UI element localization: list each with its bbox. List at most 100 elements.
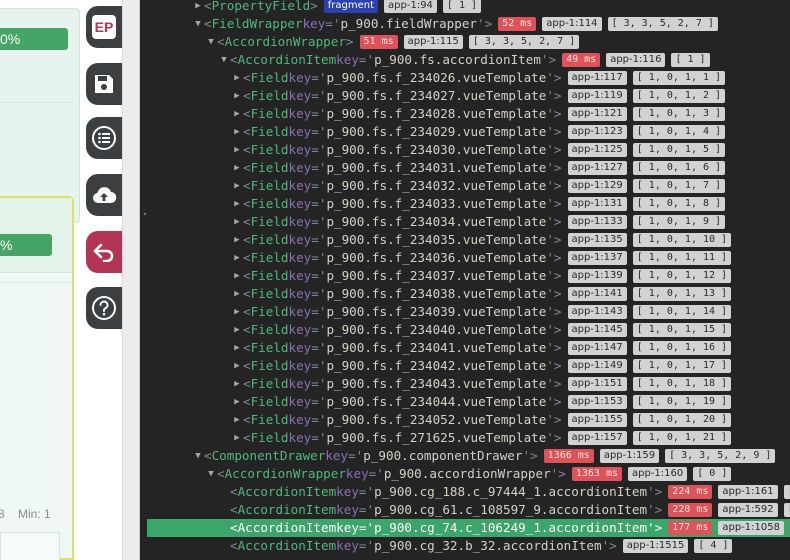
punctuation: ' xyxy=(546,106,554,121)
tree-row[interactable]: ▶ < Field key =' p_900.fs.f_271625.vueTempla… xyxy=(140,429,790,447)
expand-caret-icon[interactable]: ▶ xyxy=(231,195,243,213)
list-button[interactable] xyxy=(86,117,122,159)
expand-caret-icon[interactable]: ▶ xyxy=(231,87,243,105)
expand-caret-icon[interactable]: ▶ xyxy=(231,393,243,411)
tree-row[interactable]: ▶ < Field key =' p_900.fs.f_234036.vueTempla… xyxy=(140,249,790,267)
tree-row[interactable]: ▶ < PropertyField > fragment app-1:94 [ 1 ] xyxy=(140,0,790,15)
expand-caret-icon[interactable]: ▶ xyxy=(192,0,204,15)
tree-row[interactable]: < AccordionItem key =' p_900.cg_61.c_108597… xyxy=(140,501,790,519)
expand-caret-icon[interactable]: ▶ xyxy=(231,285,243,303)
expand-caret-icon[interactable]: ▶ xyxy=(231,321,243,339)
expand-caret-icon[interactable]: ▶ xyxy=(231,231,243,249)
expand-caret-icon[interactable]: ▶ xyxy=(231,303,243,321)
key-value: p_900.fs.f_234035.vueTemplate xyxy=(326,232,547,247)
tree-row[interactable]: ▶ < Field key =' p_900.fs.f_234027.vueTempla… xyxy=(140,87,790,105)
tree-row[interactable]: ▼ < ComponentDrawer key =' p_900.componentDr… xyxy=(140,447,790,465)
bracket: > xyxy=(553,412,562,427)
instance-id-badge: app-1:1515 xyxy=(622,539,689,553)
punctuation: =' xyxy=(311,358,327,373)
collapse-caret-icon[interactable]: ▼ xyxy=(218,51,230,69)
tree-row[interactable]: ▶ < Field key =' p_900.fs.f_234029.vueTempla… xyxy=(140,123,790,141)
collapse-caret-icon[interactable]: ▼ xyxy=(192,15,204,33)
expand-caret-icon[interactable]: ▶ xyxy=(231,213,243,231)
key-value: p_900.fs.f_234034.vueTemplate xyxy=(326,214,547,229)
punctuation: ' xyxy=(546,412,554,427)
tree-row[interactable]: ▶ < Field key =' p_900.fs.f_234032.vueTempla… xyxy=(140,177,790,195)
expand-caret-icon[interactable]: ▶ xyxy=(231,357,243,375)
punctuation: =' xyxy=(311,430,327,445)
upload-button[interactable] xyxy=(86,174,122,216)
tree-row[interactable]: ▶ < Field key =' p_900.fs.f_234044.vueTempla… xyxy=(140,393,790,411)
tree-row[interactable]: < AccordionItem key =' p_900.cg_188.c_97444… xyxy=(140,483,790,501)
tree-row[interactable]: < AccordionItem key =' p_900.cg_32.b_32.acc… xyxy=(140,537,790,555)
bracket: < xyxy=(243,178,251,193)
expand-caret-icon[interactable]: ▶ xyxy=(231,159,243,177)
expand-caret-icon[interactable]: ▶ xyxy=(231,339,243,357)
tree-row[interactable]: ▶ < Field key =' p_900.fs.f_234037.vueTempla… xyxy=(140,267,790,285)
bracket: > xyxy=(558,466,566,481)
expand-caret-icon[interactable]: ▶ xyxy=(231,411,243,429)
collapse-caret-icon[interactable]: ▼ xyxy=(205,33,217,51)
tree-row[interactable]: ▶ < Field key =' p_900.fs.f_234039.vueTempla… xyxy=(140,303,790,321)
attr-name: key xyxy=(288,376,312,391)
tree-row[interactable]: ▼ < AccordionWrapper >51 ms app-1:115 [ 3, 3,… xyxy=(140,33,790,51)
tree-row[interactable]: ▶ < Field key =' p_900.fs.f_234028.vueTempla… xyxy=(140,105,790,123)
component-name: Field xyxy=(250,214,289,229)
tree-row[interactable]: ▼ < FieldWrapper key =' p_900.fieldWrapper ' >… xyxy=(140,15,790,33)
tree-row[interactable]: ▶ < Field key =' p_900.fs.f_234033.vueTempla… xyxy=(140,195,790,213)
key-value: p_900.accordionWrapper xyxy=(383,466,551,481)
punctuation: ' xyxy=(550,466,559,481)
help-button[interactable] xyxy=(86,287,122,329)
punctuation: ' xyxy=(546,286,554,301)
tree-row[interactable]: ▶ < Field key =' p_900.fs.f_234041.vueTempla… xyxy=(140,339,790,357)
undo-button[interactable] xyxy=(86,231,122,273)
expand-caret-icon[interactable]: ▶ xyxy=(231,105,243,123)
punctuation: ' xyxy=(546,268,554,283)
key-value: p_900.fs.f_234028.vueTemplate xyxy=(326,106,547,121)
expand-caret-icon[interactable]: ▶ xyxy=(231,249,243,267)
bracket: > xyxy=(484,16,493,31)
index-path-badge: [ 1, 0, 1, 13 ] xyxy=(632,287,732,301)
tree-row[interactable]: ▶ < Field key =' p_900.fs.f_234026.vueTempla… xyxy=(140,69,790,87)
punctuation: ' xyxy=(647,520,655,535)
ep-logo-button[interactable]: EP xyxy=(86,6,122,48)
collapse-caret-icon[interactable]: ▼ xyxy=(205,465,217,483)
expand-caret-icon[interactable]: ▶ xyxy=(231,375,243,393)
tree-row[interactable]: ▼ < AccordionItem key =' p_900.fs.accordionI… xyxy=(140,51,790,69)
tree-row[interactable]: ▶ < Field key =' p_900.fs.f_234035.vueTempla… xyxy=(140,231,790,249)
punctuation: =' xyxy=(311,106,327,121)
punctuation: =' xyxy=(311,340,327,355)
component-name: Field xyxy=(250,178,289,193)
punctuation: ' xyxy=(546,430,554,445)
collapse-caret-icon[interactable]: ▼ xyxy=(192,447,204,465)
progress-percent-badge: 0% xyxy=(0,28,68,50)
tree-row[interactable]: ▶ < Field key =' p_900.fs.f_234030.vueTempla… xyxy=(140,141,790,159)
panel-splitter[interactable] xyxy=(122,0,140,560)
expand-caret-icon[interactable]: ▶ xyxy=(231,177,243,195)
bracket: < xyxy=(243,322,251,337)
component-name: Field xyxy=(250,268,289,283)
bracket: < xyxy=(243,196,251,211)
bracket: < xyxy=(243,142,251,157)
save-button[interactable] xyxy=(86,63,122,105)
tree-row[interactable]: ▶ < Field key =' p_900.fs.f_234040.vueTempla… xyxy=(140,321,790,339)
tree-row[interactable]: ▶ < Field key =' p_900.fs.f_234042.vueTempla… xyxy=(140,357,790,375)
tree-row[interactable]: ▶ < Field key =' p_900.fs.f_234034.vueTempla… xyxy=(140,213,790,231)
tree-row[interactable]: ▼ < AccordionWrapper key =' p_900.accordionW… xyxy=(140,465,790,483)
expand-caret-icon[interactable]: ▶ xyxy=(231,429,243,447)
tree-row[interactable]: ▶ < Field key =' p_900.fs.f_234038.vueTempla… xyxy=(140,285,790,303)
key-value: p_900.fs.f_234044.vueTemplate xyxy=(326,394,547,409)
tree-row[interactable]: ▶ < Field key =' p_900.fs.f_234031.vueTempla… xyxy=(140,159,790,177)
expand-caret-icon[interactable]: ▶ xyxy=(231,141,243,159)
expand-caret-icon[interactable]: ▶ xyxy=(231,69,243,87)
tree-row[interactable]: ▶ < Field key =' p_900.fs.f_234043.vueTempla… xyxy=(140,375,790,393)
tree-row[interactable]: ▶ < Field key =' p_900.fs.f_234052.vueTempla… xyxy=(140,411,790,429)
input-box[interactable] xyxy=(0,532,60,560)
tree-row-selected[interactable]: < AccordionItem key =' p_900.cg_74.c_106249… xyxy=(147,519,790,537)
expand-caret-icon[interactable]: ▶ xyxy=(231,123,243,141)
index-path-badge: [ 1, 0, 1, 7 ] xyxy=(632,179,726,193)
punctuation: ' xyxy=(546,232,554,247)
key-value: p_900.fs.f_234032.vueTemplate xyxy=(326,178,547,193)
component-name: Field xyxy=(250,358,289,373)
expand-caret-icon[interactable]: ▶ xyxy=(231,267,243,285)
